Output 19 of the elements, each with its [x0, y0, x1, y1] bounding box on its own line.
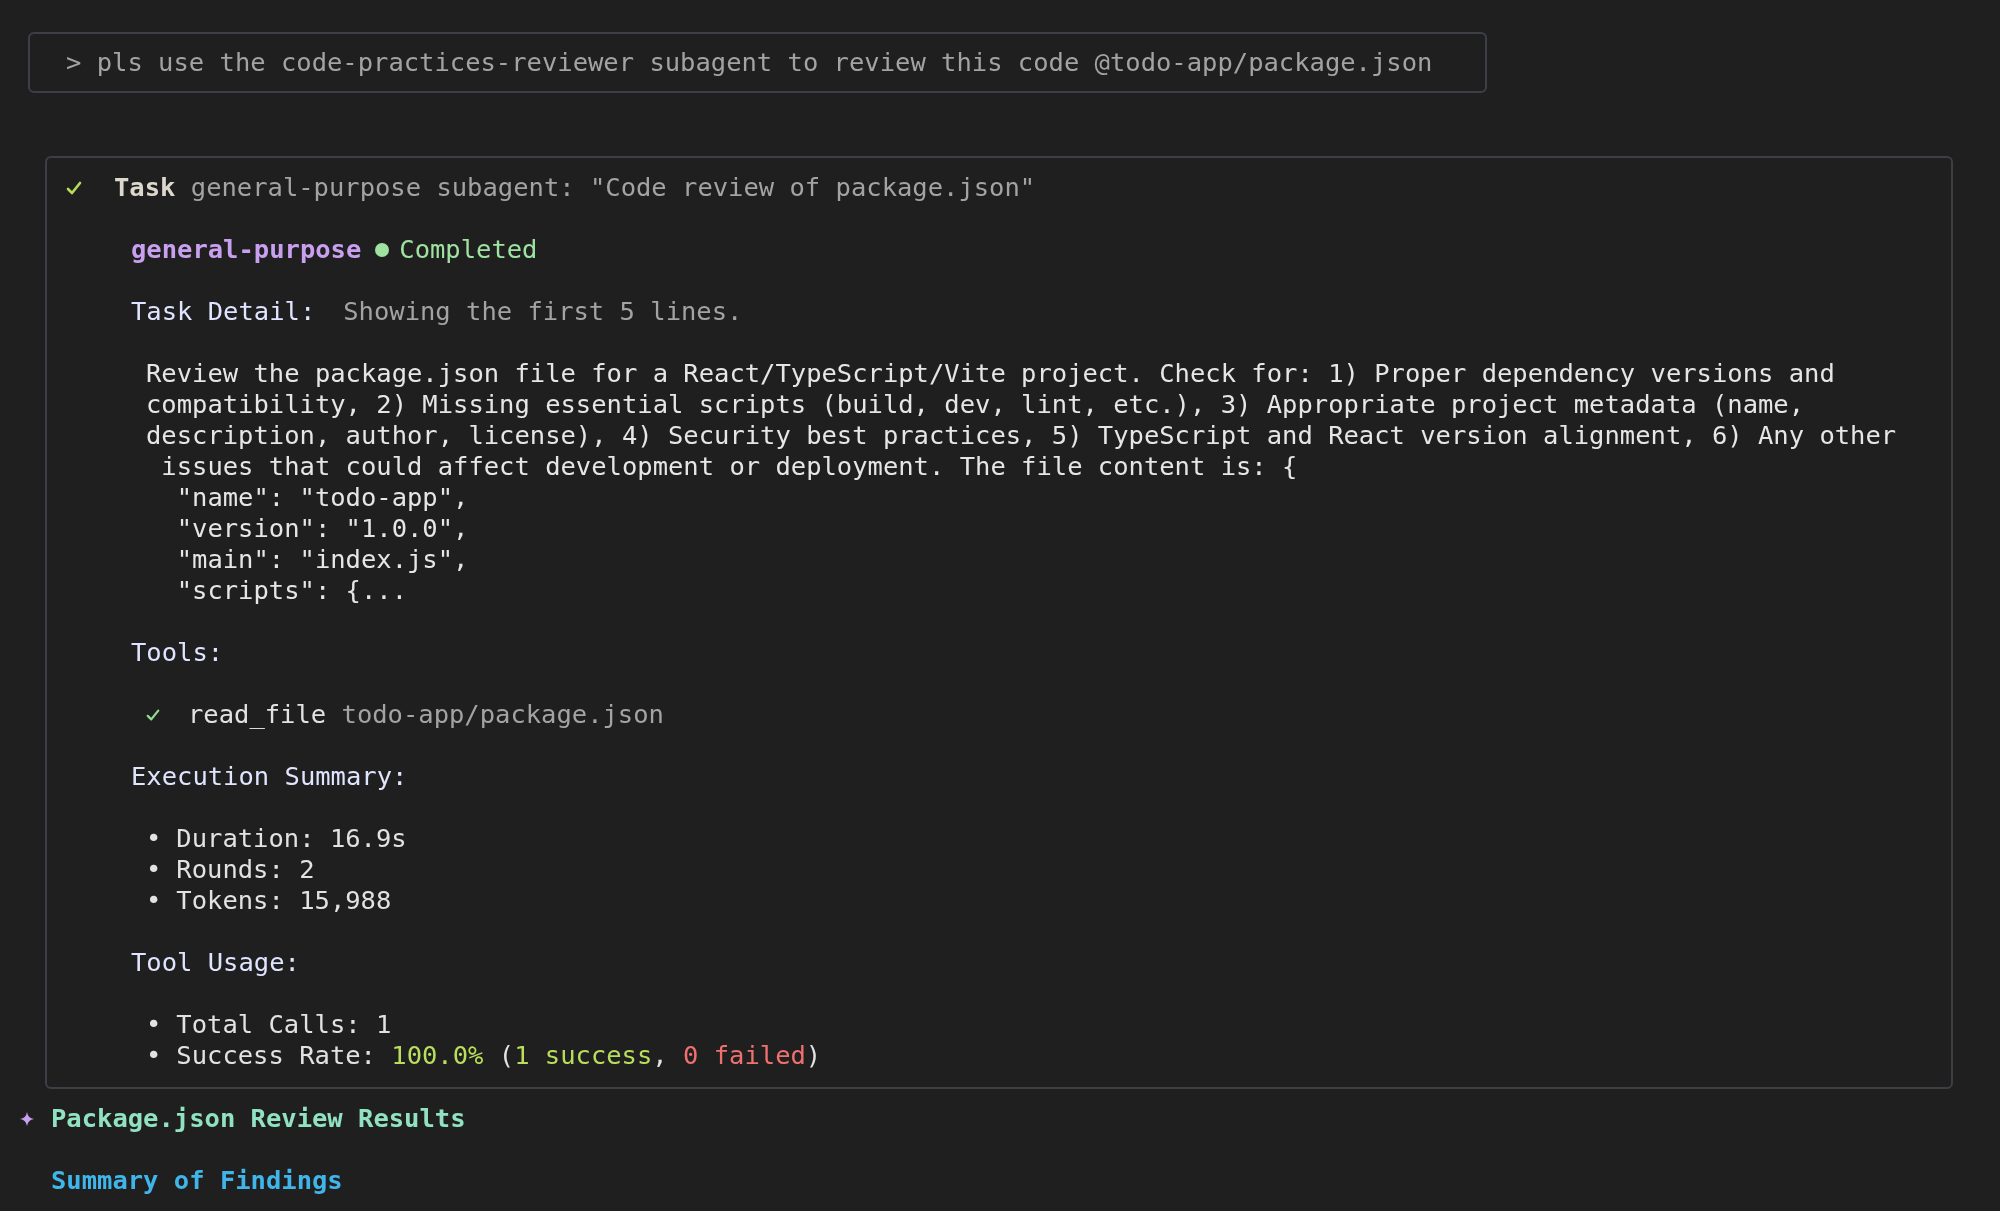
tool-call: read_file todo-app/package.json [188, 699, 664, 730]
section-label: Tool Usage: [131, 947, 300, 978]
detail-note: Showing the first 5 lines. [343, 296, 743, 327]
section-label: Tools: [131, 637, 224, 668]
task-detail-text: Review the package.json file for a React/TypeScript/Vite project. Check for: 1) Proper dependency versions and compatibility, 2) Missing essential scripts (build, dev, lint, etc.), 3) Appropriate project metadata (name, description, author, license), 4) Security best practices, 5) TypeScript and React version alignment, 6) Any other issues that could affect development or deployment. The file content is: { "name": "todo-app", "version": "1.0.0", "main": "index.js", "scripts": {... [145, 358, 1898, 606]
list-item: • Rounds: 2 [146, 854, 316, 885]
agent-name: general-purpose [131, 234, 362, 265]
findings-heading: Summary of Findings [51, 1165, 343, 1196]
prompt-box: > pls use the code-practices-reviewer subagent to review this code @todo-app/package.json [28, 32, 1487, 93]
status-label: Completed [399, 234, 538, 265]
list-item: • Success Rate: 100.0% (1 success, 0 failed) [146, 1040, 823, 1071]
list-item: • Duration: 16.9s [146, 823, 408, 854]
section-label: Execution Summary: [131, 761, 408, 792]
list-item: • Total Calls: 1 [146, 1009, 393, 1040]
sparkle-icon [20, 1111, 34, 1126]
list-item: • Tokens: 15,988 [146, 885, 393, 916]
task-title: Task general-purpose subagent: "Code review of package.json" [114, 172, 1036, 203]
results-heading: Package.json Review Results [51, 1103, 466, 1134]
section-label: Task Detail: [131, 296, 316, 327]
